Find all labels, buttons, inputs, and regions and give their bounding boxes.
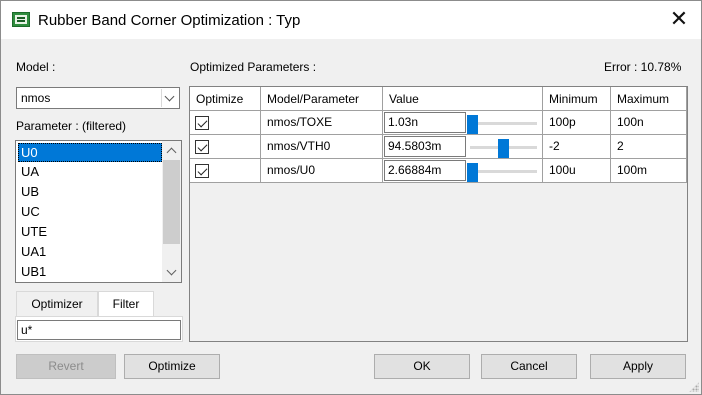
list-item-ute[interactable]: UTE <box>18 222 162 241</box>
column-header-maximum[interactable]: Maximum <box>611 87 687 111</box>
cancel-button[interactable]: Cancel <box>481 354 577 379</box>
list-item-ub1[interactable]: UB1 <box>18 262 162 281</box>
optimize-checkbox[interactable] <box>195 140 209 154</box>
tab-filter[interactable]: Filter <box>98 291 154 317</box>
column-header-minimum[interactable]: Minimum <box>543 87 611 111</box>
scrollbar-thumb[interactable] <box>163 160 180 244</box>
list-item-uc[interactable]: UC <box>18 202 162 221</box>
table-row-value: 94.5803m <box>383 135 543 159</box>
value-field[interactable]: 2.66884m <box>384 160 466 181</box>
model-dropdown-value: nmos <box>21 91 51 105</box>
column-header-optimize[interactable]: Optimize <box>190 87 261 111</box>
value-field[interactable]: 1.03n <box>384 112 466 133</box>
scroll-down-icon[interactable] <box>162 263 181 282</box>
optimize-checkbox[interactable] <box>195 164 209 178</box>
optimize-checkbox[interactable] <box>195 116 209 130</box>
parameter-label: Parameter : (filtered) <box>16 119 127 133</box>
scroll-up-icon[interactable] <box>162 141 181 160</box>
value-slider-thumb[interactable] <box>497 139 509 158</box>
dialog-window: Rubber Band Corner Optimization : Typ ✕ … <box>0 0 702 395</box>
table-row-parameter: nmos/VTH0 <box>261 135 383 159</box>
list-item-ua1[interactable]: UA1 <box>18 242 162 261</box>
optimized-parameters-label: Optimized Parameters : <box>190 60 317 74</box>
app-icon <box>12 12 30 27</box>
column-header-model-parameter[interactable]: Model/Parameter <box>261 87 383 111</box>
chevron-down-icon[interactable] <box>161 89 178 107</box>
table-row-minimum[interactable]: 100p <box>543 111 611 135</box>
table-row-maximum[interactable]: 100n <box>611 111 687 135</box>
tab-optimizer[interactable]: Optimizer <box>16 291 98 317</box>
apply-button[interactable]: Apply <box>590 354 686 379</box>
resize-grip-icon[interactable] <box>689 382 699 392</box>
table-row-optimize <box>190 135 261 159</box>
revert-button[interactable]: Revert <box>16 354 116 379</box>
table-row-parameter: nmos/U0 <box>261 159 383 183</box>
model-label: Model : <box>16 60 56 74</box>
table-row-value: 1.03n <box>383 111 543 135</box>
optimized-parameters-grid[interactable]: Optimize Model/Parameter Value Minimum M… <box>189 86 688 342</box>
table-row-minimum[interactable]: 100u <box>543 159 611 183</box>
table-row-value: 2.66884m <box>383 159 543 183</box>
value-slider-thumb[interactable] <box>466 115 478 134</box>
parameter-list[interactable]: U0 UA UB UC UTE UA1 UB1 <box>15 140 182 283</box>
model-dropdown[interactable]: nmos <box>16 87 180 109</box>
error-readout: Error : 10.78% <box>604 60 682 74</box>
value-slider-track[interactable] <box>470 122 537 125</box>
title-bar[interactable]: Rubber Band Corner Optimization : Typ ✕ <box>1 1 701 39</box>
column-header-value[interactable]: Value <box>383 87 543 111</box>
table-row-optimize <box>190 111 261 135</box>
window-title: Rubber Band Corner Optimization : Typ <box>38 12 301 29</box>
list-item-ua[interactable]: UA <box>18 162 162 181</box>
filter-panel: u* <box>15 316 183 342</box>
list-item-ub[interactable]: UB <box>18 182 162 201</box>
table-row-maximum[interactable]: 2 <box>611 135 687 159</box>
parameter-list-scrollbar[interactable] <box>162 141 181 282</box>
filter-input[interactable]: u* <box>17 320 181 340</box>
value-slider-track[interactable] <box>470 170 537 173</box>
optimize-button[interactable]: Optimize <box>124 354 220 379</box>
table-row-minimum[interactable]: -2 <box>543 135 611 159</box>
table-row-parameter: nmos/TOXE <box>261 111 383 135</box>
value-slider-thumb[interactable] <box>466 163 478 182</box>
list-item-u0[interactable]: U0 <box>18 143 162 162</box>
close-icon: ✕ <box>669 6 689 31</box>
value-field[interactable]: 94.5803m <box>384 136 466 157</box>
close-button[interactable]: ✕ <box>657 1 701 39</box>
ok-button[interactable]: OK <box>374 354 470 379</box>
table-row-maximum[interactable]: 100m <box>611 159 687 183</box>
table-row-optimize <box>190 159 261 183</box>
